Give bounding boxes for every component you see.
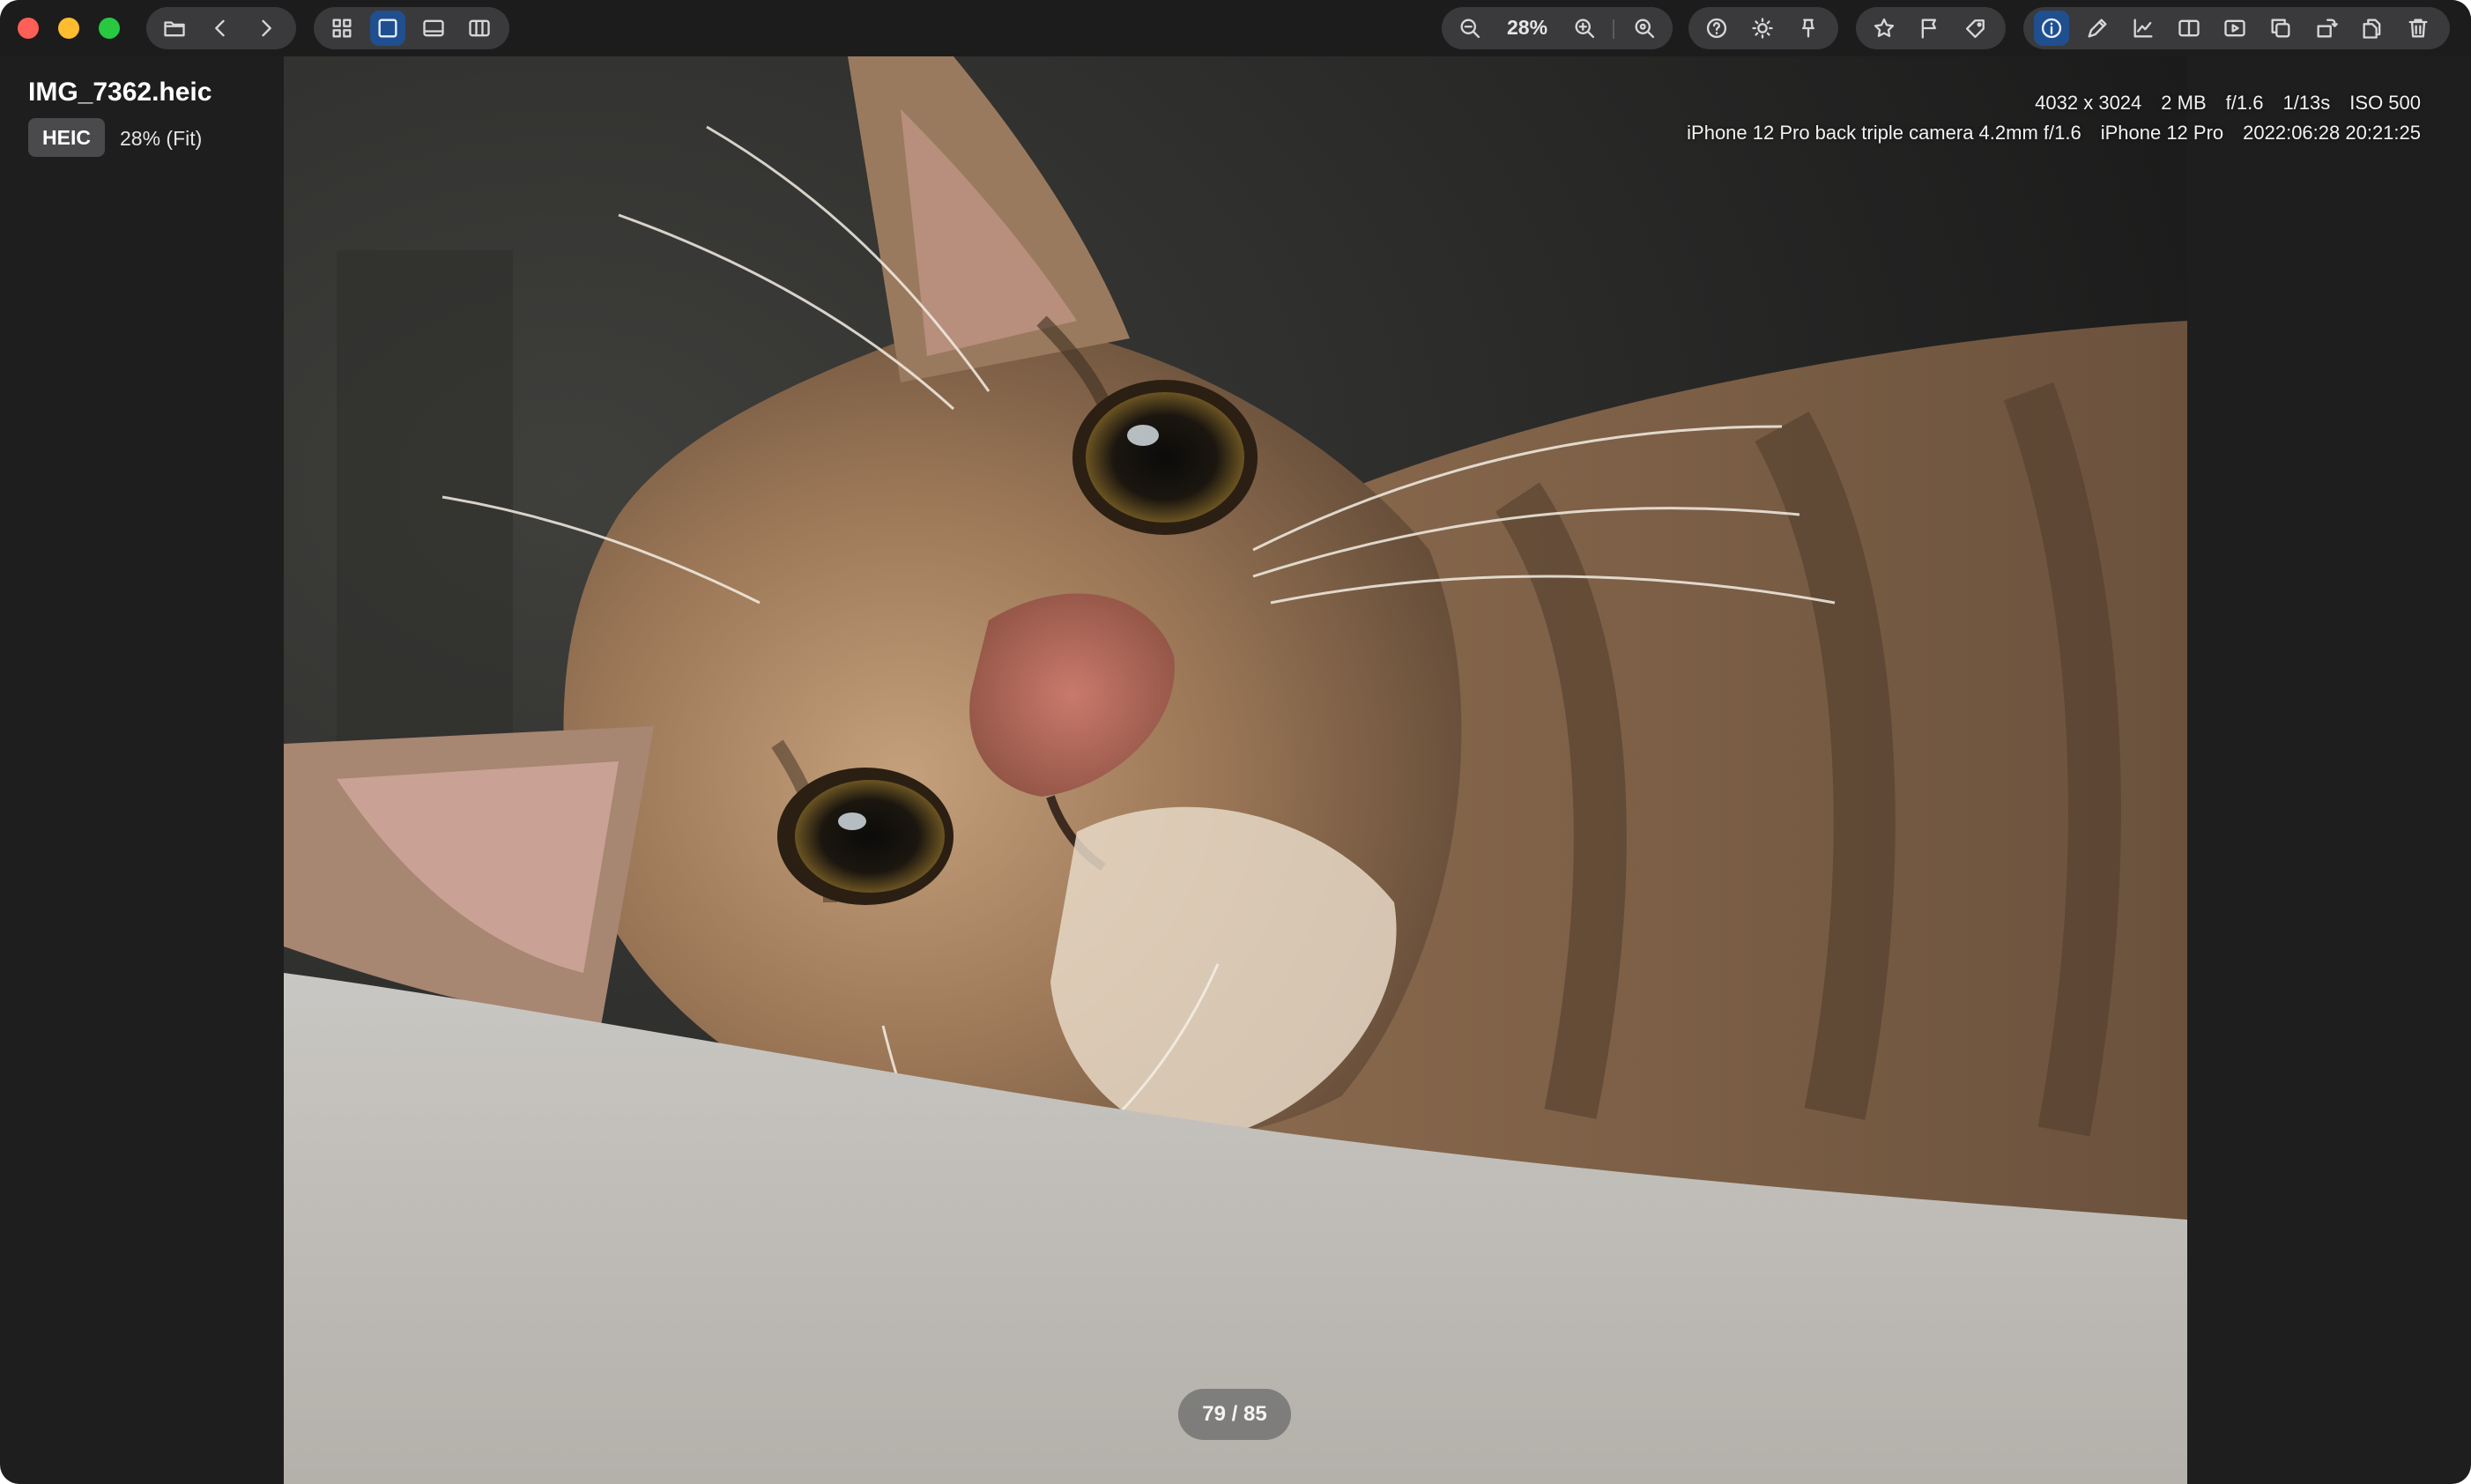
info-icon (2041, 18, 2062, 39)
zoom-window-button[interactable] (99, 18, 120, 39)
zoom-fit-button[interactable] (1627, 11, 1662, 46)
exif-lens: iPhone 12 Pro back triple camera 4.2mm f… (1687, 122, 2081, 144)
exif-file-size: 2 MB (2161, 92, 2207, 114)
zoom-level-label[interactable]: 28% (1507, 16, 1547, 40)
brightness-button[interactable] (1745, 11, 1780, 46)
open-folder-button[interactable] (157, 11, 192, 46)
folder-icon (164, 21, 185, 37)
zoom-group: 28% (1442, 7, 1673, 49)
photo[interactable] (284, 56, 2187, 1484)
flag-icon (1921, 19, 1936, 39)
filmstrip-icon (423, 19, 444, 37)
zoom-out-icon (1460, 19, 1480, 39)
compare-button[interactable] (2171, 11, 2207, 46)
navigation-group (146, 7, 296, 49)
minimize-window-button[interactable] (58, 18, 79, 39)
zoom-info: 28% (Fit) (120, 127, 203, 150)
chevron-left-icon (215, 19, 225, 37)
exif-line-2: iPhone 12 Pro back triple camera 4.2mm f… (1667, 122, 2421, 145)
exif-datetime: 2022:06:28 20:21:25 (2243, 122, 2421, 144)
columns-icon (469, 19, 490, 37)
brightness-icon (1752, 18, 1773, 39)
edit-button[interactable] (2080, 11, 2115, 46)
zoom-in-icon (1575, 19, 1595, 39)
documents-icon (2363, 19, 2381, 39)
view-mode-group (314, 7, 509, 49)
format-badge: HEIC (28, 118, 105, 157)
exif-camera: iPhone 12 Pro (2100, 122, 2224, 144)
play-icon (2224, 19, 2245, 37)
slideshow-button[interactable] (2217, 11, 2252, 46)
exif-aperture: f/1.6 (2225, 92, 2264, 114)
copy-icon (2271, 19, 2290, 38)
pen-icon (2088, 19, 2107, 38)
star-icon (1874, 18, 1895, 38)
exif-dimensions: 4032 x 3024 (2035, 92, 2142, 114)
delete-button[interactable] (2401, 11, 2436, 46)
previous-image-button[interactable] (203, 11, 238, 46)
help-button[interactable] (1699, 11, 1734, 46)
photo-viewer-window: 28% IMG_7362.heic HEIC 28% (Fit) 4032 x … (0, 0, 2471, 1484)
filmstrip-view-button[interactable] (416, 11, 451, 46)
adjust-group (1688, 7, 1838, 49)
next-image-button[interactable] (249, 11, 284, 46)
columns-view-button[interactable] (462, 11, 497, 46)
tag-icon (1965, 19, 1985, 39)
zoom-fit-icon (1635, 19, 1655, 39)
zoom-in-button[interactable] (1567, 11, 1602, 46)
pin-icon (1802, 19, 1814, 38)
question-icon (1706, 18, 1727, 39)
chevron-right-icon (262, 19, 271, 37)
pin-button[interactable] (1791, 11, 1826, 46)
trash-icon (2408, 19, 2428, 38)
single-view-button[interactable] (370, 11, 405, 46)
exif-iso: ISO 500 (2349, 92, 2421, 114)
image-counter: 79 / 85 (1178, 1389, 1291, 1440)
grid-icon (332, 19, 352, 38)
copy-button[interactable] (2263, 11, 2298, 46)
favorite-button[interactable] (1866, 11, 1902, 46)
flag-button[interactable] (1912, 11, 1948, 46)
rotate-button[interactable] (2309, 11, 2344, 46)
split-view-icon (2178, 19, 2200, 37)
histogram-button[interactable] (2126, 11, 2161, 46)
file-name: IMG_7362.heic (28, 78, 212, 107)
tag-button[interactable] (1958, 11, 1993, 46)
grid-view-button[interactable] (324, 11, 360, 46)
toolbar: 28% (0, 0, 2471, 56)
rotate-icon (2317, 19, 2338, 38)
info-button[interactable] (2034, 11, 2069, 46)
zoom-out-button[interactable] (1452, 11, 1488, 46)
tools-group (2023, 7, 2450, 49)
chart-icon (2133, 19, 2153, 38)
cat-photo-image (284, 56, 2187, 1484)
square-icon (378, 19, 397, 38)
zoom-divider (1613, 19, 1614, 39)
exif-line-1: 4032 x 3024 2 MB f/1.6 1/13s ISO 500 (2015, 92, 2421, 115)
exif-shutter: 1/13s (2282, 92, 2331, 114)
close-window-button[interactable] (18, 18, 39, 39)
duplicate-button[interactable] (2355, 11, 2390, 46)
rating-group (1856, 7, 2006, 49)
